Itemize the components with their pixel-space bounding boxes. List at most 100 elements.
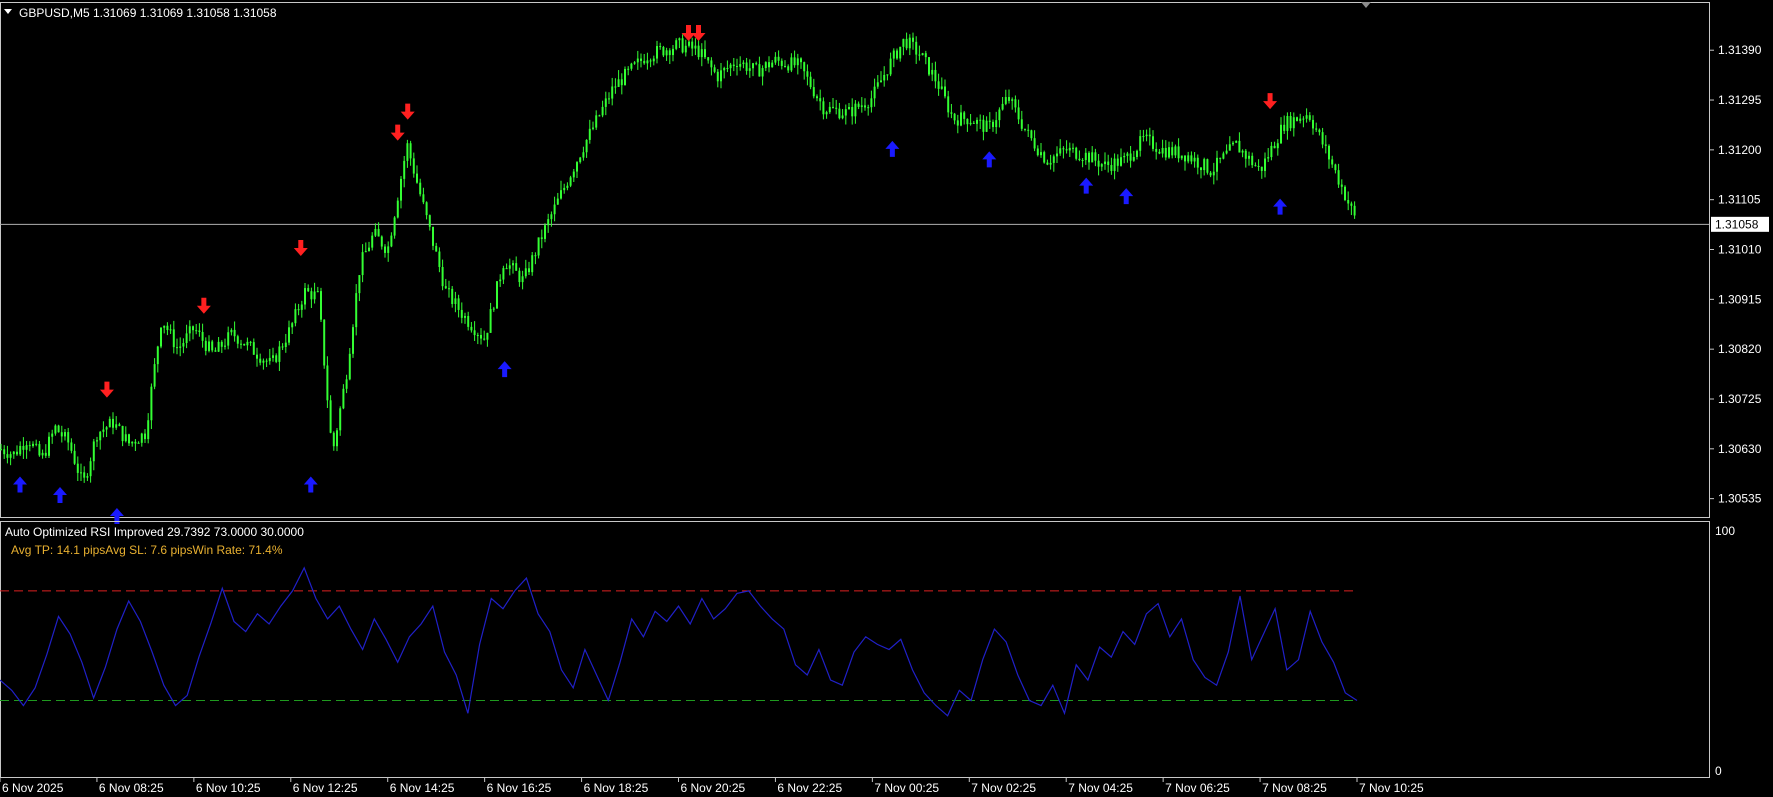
candle-body xyxy=(278,346,281,362)
candle-body xyxy=(1344,186,1346,201)
price-tick-label: 1.30725 xyxy=(1718,392,1762,406)
candle-body xyxy=(1241,150,1244,153)
candle-body xyxy=(828,106,831,113)
candle-body xyxy=(220,341,223,347)
candle-body xyxy=(982,119,985,132)
candle-body xyxy=(1187,155,1190,162)
candle-body xyxy=(425,202,428,216)
candle-body xyxy=(1123,155,1126,158)
candle-body xyxy=(201,332,204,341)
candle-body xyxy=(25,445,28,450)
candle-body xyxy=(1049,162,1052,165)
candle-body xyxy=(1088,152,1090,163)
candle-body xyxy=(1097,160,1100,167)
candle-body xyxy=(838,108,841,119)
candle-body xyxy=(662,47,665,56)
price-tick-label: 1.31010 xyxy=(1718,243,1762,257)
candle-body xyxy=(902,38,905,47)
candle-body xyxy=(192,326,194,331)
candle-body xyxy=(825,112,828,115)
candle-body xyxy=(524,268,527,277)
candle-body xyxy=(243,343,246,346)
candle-body xyxy=(1273,145,1276,149)
candle-body xyxy=(371,235,374,248)
candle-body xyxy=(390,235,393,247)
candle-body xyxy=(41,452,44,456)
candle-body xyxy=(1148,134,1151,137)
candle-body xyxy=(1059,148,1062,154)
candle-body xyxy=(454,298,457,305)
candle-body xyxy=(880,80,882,83)
candle-body xyxy=(1353,205,1356,216)
candle-body xyxy=(630,63,633,69)
candle-body xyxy=(380,236,383,247)
candle-body xyxy=(44,452,47,456)
candle-body xyxy=(1056,153,1058,157)
candle-body xyxy=(1072,147,1074,149)
candle-body xyxy=(1196,157,1199,168)
candle-body xyxy=(572,171,575,178)
candle-body xyxy=(1228,144,1231,151)
candle-body xyxy=(3,449,6,455)
candle-body xyxy=(153,364,156,387)
candle-body xyxy=(150,386,153,421)
candle-body xyxy=(716,71,719,82)
candle-body xyxy=(553,204,556,215)
chart-window[interactable]: 1.31390 1.31295 1.31200 1.31105 1.31010 1.309… xyxy=(0,0,1773,797)
candle-body xyxy=(1040,152,1042,156)
candle-body xyxy=(1158,151,1161,154)
price-tick-label: 1.30915 xyxy=(1718,292,1762,306)
candle-body xyxy=(675,40,678,49)
candle-body xyxy=(768,62,770,68)
candle-body xyxy=(633,62,636,64)
symbol-label: GBPUSD,M5 xyxy=(19,6,90,20)
candle-body xyxy=(1232,142,1234,145)
candle-body xyxy=(441,267,444,287)
candle-body xyxy=(755,63,758,65)
candle-body xyxy=(1020,119,1023,129)
time-tick-label: 7 Nov 02:25 xyxy=(971,781,1036,795)
candle-body xyxy=(1200,167,1202,171)
candle-body xyxy=(521,276,524,283)
candle-body xyxy=(128,434,130,444)
candle-body xyxy=(876,82,879,87)
candle-body xyxy=(1062,148,1065,150)
candle-body xyxy=(160,327,162,347)
candle-body xyxy=(912,37,914,42)
candle-body xyxy=(934,69,937,82)
candle-body xyxy=(620,79,623,86)
candle-body xyxy=(262,360,265,363)
candle-body xyxy=(483,338,486,340)
candle-body xyxy=(976,119,978,124)
time-tick-label: 6 Nov 10:25 xyxy=(196,781,261,795)
candle-body xyxy=(1011,99,1014,101)
candle-body xyxy=(1219,157,1222,159)
candle-body xyxy=(883,74,886,81)
candle-body xyxy=(38,444,41,456)
candle-body xyxy=(822,101,825,115)
candle-body xyxy=(1212,171,1215,176)
candle-body xyxy=(684,45,687,53)
candle-body xyxy=(412,158,415,174)
candle-body xyxy=(377,228,380,237)
candle-body xyxy=(438,251,441,268)
candle-body xyxy=(137,442,140,444)
candle-body xyxy=(732,64,735,67)
candle-body xyxy=(595,115,598,128)
candle-body xyxy=(1280,124,1282,144)
candle-body xyxy=(246,341,249,346)
candle-body xyxy=(86,476,89,478)
candle-body xyxy=(966,118,969,125)
candle-body xyxy=(179,346,182,348)
candle-body xyxy=(300,304,303,310)
candle-body xyxy=(505,268,508,270)
candle-body xyxy=(969,122,972,125)
candle-body xyxy=(592,127,594,129)
candle-body xyxy=(419,182,422,195)
candle-body xyxy=(550,214,553,220)
candle-body xyxy=(512,263,514,266)
candle-body xyxy=(166,325,169,330)
candle-body xyxy=(275,355,278,362)
candle-body xyxy=(1296,117,1298,121)
candle-body xyxy=(848,107,850,110)
